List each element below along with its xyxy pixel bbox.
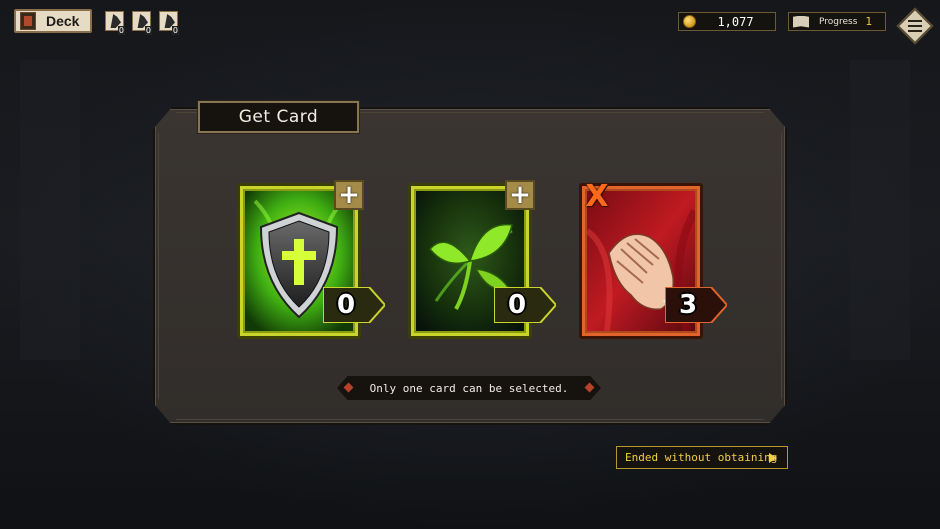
progress-value: 1 (865, 15, 873, 28)
panel-title: Get Card (238, 107, 319, 127)
remove-badge: X (583, 178, 611, 214)
deck-slot-1[interactable]: 0 (105, 11, 125, 35)
deck-icon (20, 12, 36, 30)
selection-hint: Only one card can be selected. (337, 376, 601, 400)
card-option-3[interactable]: X 3 (579, 178, 727, 339)
deck-button[interactable]: Deck (14, 9, 92, 33)
cost-tag: 0 (494, 287, 556, 323)
deck-slot-2[interactable]: 0 (132, 11, 152, 35)
menu-button[interactable] (896, 7, 934, 45)
slot-count: 0 (144, 26, 152, 35)
slot-count: 0 (117, 26, 125, 35)
gold-counter: 1,077 (678, 12, 776, 31)
card-cost: 3 (678, 290, 698, 320)
card-option-2[interactable]: + 0 (408, 180, 556, 339)
coin-icon (683, 15, 696, 28)
add-badge-symbol: + (509, 180, 531, 210)
deck-label: Deck (46, 13, 80, 29)
deck-slot-3[interactable]: 0 (159, 11, 179, 35)
book-icon (793, 15, 809, 28)
cost-tag: 0 (323, 287, 385, 323)
slot-count: 0 (171, 26, 179, 35)
play-arrow-icon (769, 453, 777, 463)
hint-right-diamond-icon (584, 382, 595, 393)
hint-left-diamond-icon (343, 382, 354, 393)
add-badge: + (505, 180, 535, 210)
add-badge: + (334, 180, 364, 210)
add-badge-symbol: + (338, 180, 360, 210)
cost-tag: 3 (665, 287, 727, 323)
menu-list-icon (908, 20, 922, 32)
progress-counter: Progress 1 (788, 12, 886, 31)
skip-button-label: Ended without obtaining (625, 451, 778, 464)
panel-title-box: Get Card (197, 100, 360, 134)
card-cost: 0 (336, 290, 356, 320)
card-cost: 0 (507, 290, 527, 320)
remove-badge-symbol: X (585, 178, 609, 214)
hint-text: Only one card can be selected. (369, 381, 569, 395)
background-pillar (20, 60, 80, 360)
card-option-1[interactable]: + 0 (237, 180, 385, 339)
progress-label: Progress (819, 16, 858, 27)
background-pillar (850, 60, 910, 360)
end-without-obtaining-button[interactable]: Ended without obtaining (616, 446, 788, 469)
gold-value: 1,077 (717, 14, 754, 29)
